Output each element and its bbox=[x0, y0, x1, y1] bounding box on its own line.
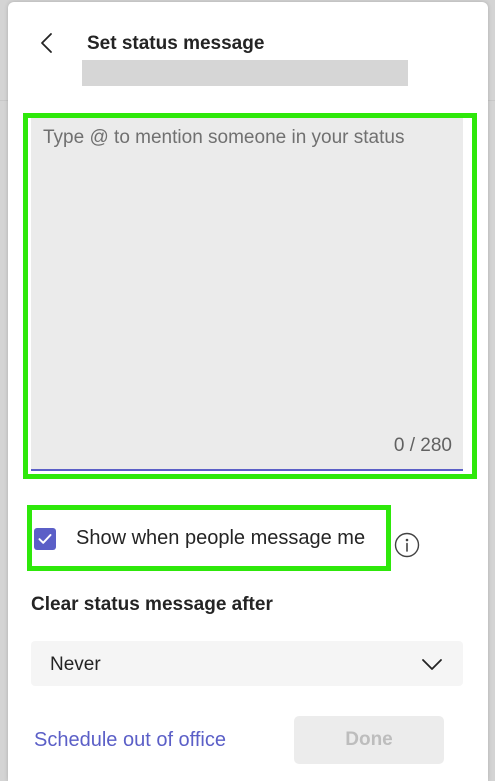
set-status-dialog: Set status message 0 / 280 Show when peo… bbox=[8, 2, 488, 781]
info-button[interactable] bbox=[394, 532, 420, 558]
clear-after-label: Clear status message after bbox=[31, 594, 273, 615]
clear-after-dropdown[interactable]: Never bbox=[31, 641, 463, 686]
status-message-field: 0 / 280 bbox=[31, 113, 463, 471]
done-button[interactable]: Done bbox=[294, 716, 444, 764]
chevron-left-icon bbox=[41, 33, 52, 53]
redacted-user-info bbox=[82, 60, 408, 86]
schedule-out-of-office-link[interactable]: Schedule out of office bbox=[34, 729, 226, 752]
status-message-input[interactable] bbox=[31, 113, 463, 469]
clear-after-selected-value: Never bbox=[50, 654, 101, 675]
character-counter: 0 / 280 bbox=[393, 435, 452, 456]
show-when-messaged-option[interactable]: Show when people message me bbox=[34, 527, 365, 550]
chevron-down-icon bbox=[422, 659, 442, 670]
back-button[interactable] bbox=[32, 28, 62, 58]
checkmark-icon bbox=[38, 533, 52, 544]
show-when-messaged-checkbox[interactable] bbox=[34, 527, 56, 550]
show-when-messaged-label: Show when people message me bbox=[76, 527, 366, 549]
info-icon bbox=[394, 532, 420, 558]
dialog-title: Set status message bbox=[87, 33, 265, 54]
